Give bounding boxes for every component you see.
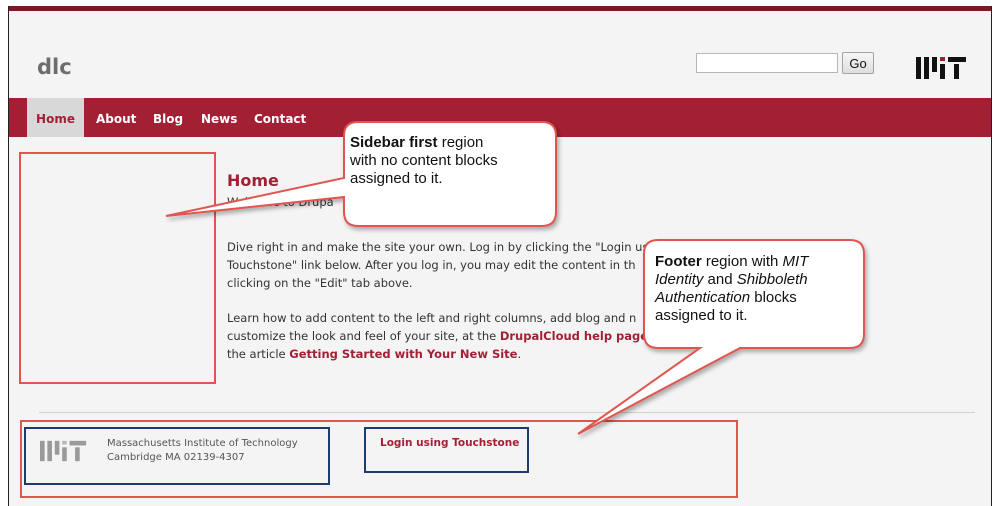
footer-divider [39, 412, 975, 413]
drupalcloud-help-link[interactable]: DrupalCloud help pages [500, 329, 655, 343]
top-accent-bar [9, 6, 991, 11]
sidebar-callout-text: Sidebar first region with no content blo… [350, 134, 550, 188]
footer-callout-text: Footer region with MIT Identity and Shib… [655, 253, 855, 325]
sidebar-callout-bold: Sidebar first [350, 134, 438, 151]
footer-callout-line-3: Authentication blocks [655, 289, 855, 307]
nav-item-blog[interactable]: Blog [153, 98, 183, 137]
sidebar-callout-rest: region [437, 134, 484, 151]
page-title: Home [227, 171, 279, 190]
mit-logo-icon [40, 440, 87, 462]
footer-callout-line-2: Identity and Shibboleth [655, 271, 855, 289]
help-line-3: the article Getting Started with Your Ne… [227, 345, 655, 363]
nav-item-home[interactable]: Home [27, 98, 84, 137]
help-paragraph: Learn how to add content to the left and… [227, 309, 655, 363]
sidebar-callout-line-1: Sidebar first region [350, 134, 550, 152]
intro-line-1: Dive right in and make the site your own… [227, 240, 652, 254]
getting-started-link[interactable]: Getting Started with Your New Site [289, 347, 517, 361]
footer-callout-bold: Footer [655, 253, 702, 270]
nav-item-about[interactable]: About [96, 98, 136, 137]
help-line-1: Learn how to add content to the left and… [227, 311, 637, 325]
footer-callout-shibboleth: Shibboleth [736, 271, 808, 288]
go-button[interactable]: Go [842, 52, 874, 74]
footer-mit-logo[interactable] [40, 439, 88, 468]
intro-paragraph: Dive right in and make the site your own… [227, 238, 652, 292]
footer-callout-authentication: Authentication [655, 289, 751, 306]
shibboleth-authentication-block: Login using Touchstone [364, 427, 529, 473]
footer-callout-line-4: assigned to it. [655, 307, 748, 324]
footer-callout-identity: Identity [655, 271, 704, 288]
help-line-2-text: customize the look and feel of your site… [227, 329, 500, 343]
footer-callout-rest: region with [701, 253, 783, 270]
footer-callout-italic-mit: MIT [782, 253, 809, 270]
site-name[interactable]: dlc [37, 55, 72, 79]
mit-identity-block: Massachusetts Institute of Technology Ca… [24, 427, 330, 485]
mit-logo[interactable] [916, 57, 968, 84]
search-input[interactable] [696, 53, 838, 73]
footer-callout-line-1: Footer region with MIT [655, 253, 855, 271]
help-line-3-end: . [517, 347, 522, 361]
sidebar-callout-line-3: assigned to it. [350, 170, 443, 187]
screenshot: dlc Go Home About Blog News Contact Home… [0, 0, 997, 506]
mit-logo-icon [916, 57, 966, 79]
nav-item-contact[interactable]: Contact [254, 98, 306, 137]
welcome-text: Welcome to Drupa [227, 195, 334, 209]
help-line-2: customize the look and feel of your site… [227, 327, 655, 345]
main-navigation: Home About Blog News Contact [9, 98, 991, 137]
footer-org-name: Massachusetts Institute of Technology [107, 438, 298, 449]
intro-line-2: Touchstone" link below. After you log in… [227, 258, 636, 272]
footer-address: Cambridge MA 02139-4307 [107, 452, 245, 463]
sidebar-callout-line-2: with no content blocks [350, 152, 498, 169]
help-line-3-text: the article [227, 347, 290, 361]
nav-item-news[interactable]: News [201, 98, 237, 137]
footer-callout-and: and [703, 271, 737, 288]
sidebar-first-region-highlight [19, 152, 216, 384]
login-touchstone-link[interactable]: Login using Touchstone [380, 437, 519, 449]
intro-line-3: clicking on the "Edit" tab above. [227, 276, 413, 290]
footer-callout-blocks: blocks [750, 289, 797, 306]
